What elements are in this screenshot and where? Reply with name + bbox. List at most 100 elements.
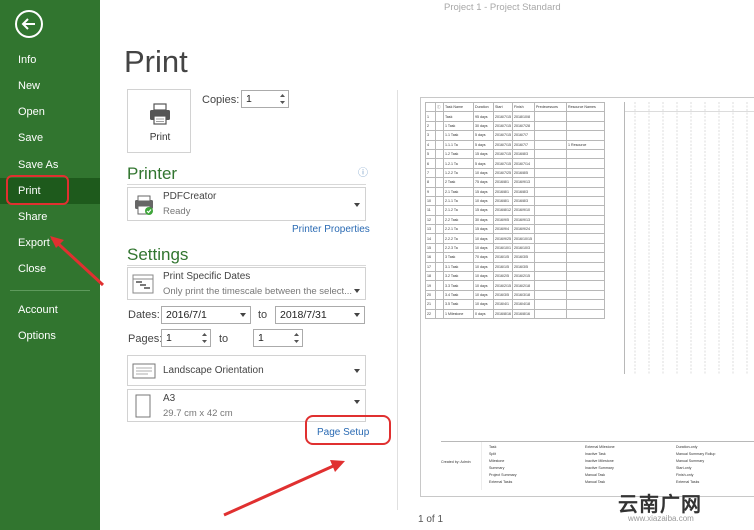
table-row: 15 2.2.3 Ta 10 days 2016/10/1 2016/10/3 bbox=[425, 242, 605, 254]
table-cell bbox=[435, 214, 444, 226]
spin-up-icon[interactable] bbox=[201, 331, 208, 338]
nav-close[interactable]: Close bbox=[0, 256, 100, 282]
print-range-dropdown[interactable]: Print Specific Dates Only print the time… bbox=[127, 267, 366, 300]
table-cell: 7 bbox=[425, 167, 436, 179]
table-cell: 2016/7/7 bbox=[512, 130, 535, 141]
table-cell: 10 days bbox=[473, 242, 494, 254]
table-cell: 10 days bbox=[473, 299, 494, 310]
table-cell bbox=[534, 261, 567, 273]
table-cell: 14 bbox=[425, 233, 436, 244]
pages-label: Pages: bbox=[128, 333, 163, 345]
window-title: Project 1 - Project Standard bbox=[444, 2, 561, 13]
table-cell: 2016/9/13 bbox=[512, 214, 535, 226]
table-cell bbox=[566, 130, 605, 141]
nav-info[interactable]: Info bbox=[0, 47, 100, 73]
page-from-spinner[interactable]: 1 bbox=[161, 329, 211, 347]
table-cell bbox=[566, 167, 605, 179]
dates-label: Dates: bbox=[128, 309, 160, 321]
table-cell: 20 bbox=[425, 289, 436, 301]
spin-up-icon[interactable] bbox=[293, 331, 300, 338]
watermark-url: www.xiazaiba.com bbox=[628, 514, 694, 523]
table-cell bbox=[534, 299, 567, 310]
table-cell: 2016/7/15 bbox=[493, 139, 513, 150]
paper-size-value: A3 bbox=[163, 393, 176, 404]
table-cell bbox=[534, 205, 567, 216]
orientation-dropdown[interactable]: Landscape Orientation bbox=[127, 355, 366, 386]
table-cell: 5 days bbox=[473, 158, 494, 169]
spin-down-icon[interactable] bbox=[279, 99, 286, 106]
gantt-timescale bbox=[624, 102, 754, 374]
chevron-down-icon bbox=[354, 400, 360, 404]
table-cell bbox=[435, 130, 444, 141]
table-cell bbox=[534, 148, 567, 160]
backstage-sidebar: Info New Open Save Save As Print Share E… bbox=[0, 0, 100, 530]
printer-section-title: Printer bbox=[127, 164, 178, 183]
nav-save[interactable]: Save bbox=[0, 125, 100, 151]
table-cell: 15 bbox=[425, 242, 436, 254]
nav-open[interactable]: Open bbox=[0, 99, 100, 125]
printer-dropdown[interactable]: PDFCreator Ready bbox=[127, 187, 366, 221]
page-to-spinner[interactable]: 1 bbox=[253, 329, 303, 347]
table-cell: 2016/7/15 bbox=[493, 148, 513, 160]
table-cell: 2016/8/1 bbox=[493, 186, 513, 197]
table-cell: 3 Task bbox=[443, 252, 474, 263]
paper-size-icon bbox=[135, 394, 151, 418]
table-cell: 1 bbox=[425, 111, 436, 122]
nav-new[interactable]: New bbox=[0, 73, 100, 99]
nav-account[interactable]: Account bbox=[0, 297, 100, 323]
table-row: 5 1.2 Task 15 days 2016/7/15 2016/8/3 bbox=[425, 148, 605, 160]
table-cell bbox=[435, 271, 444, 282]
table-cell: 5 bbox=[425, 148, 436, 160]
table-cell bbox=[435, 252, 444, 263]
legend-item: Project Summary bbox=[489, 473, 517, 477]
table-cell bbox=[435, 111, 444, 122]
table-cell: 2 Task bbox=[443, 177, 474, 188]
date-from-select[interactable]: 2016/7/1 bbox=[161, 306, 251, 324]
table-cell: 10 days bbox=[473, 261, 494, 273]
table-cell: 2016/2/5 bbox=[493, 271, 513, 282]
table-cell: 2 bbox=[425, 120, 436, 132]
table-cell: 2016/9/24 bbox=[512, 224, 535, 235]
nav-options[interactable]: Options bbox=[0, 323, 100, 349]
table-cell bbox=[435, 308, 444, 320]
legend-divider bbox=[481, 442, 482, 490]
table-cell bbox=[566, 214, 605, 226]
table-cell: 95 days bbox=[473, 111, 494, 122]
table-cell: 70 days bbox=[473, 252, 494, 263]
nav-share[interactable]: Share bbox=[0, 204, 100, 230]
table-cell bbox=[534, 111, 567, 122]
legend-item: Finish-only bbox=[676, 473, 694, 477]
spin-up-icon[interactable] bbox=[279, 92, 286, 99]
nav-export[interactable]: Export bbox=[0, 230, 100, 256]
chevron-down-icon bbox=[354, 289, 360, 293]
table-cell: 15 days bbox=[473, 205, 494, 216]
table-cell bbox=[566, 299, 605, 310]
table-cell bbox=[566, 177, 605, 188]
table-cell: 1.1 Task bbox=[443, 130, 474, 141]
info-icon[interactable]: ⓘ bbox=[358, 164, 368, 179]
table-cell: 2016/8/3 bbox=[512, 195, 535, 207]
table-cell: 2.2 Task bbox=[443, 214, 474, 226]
printer-properties-link[interactable]: Printer Properties bbox=[292, 224, 370, 235]
print-range-sub: Only print the timescale between the sel… bbox=[163, 286, 353, 297]
table-cell: 2016/8/1 bbox=[493, 177, 513, 188]
copies-spinner[interactable]: 1 bbox=[241, 90, 289, 108]
date-to-select[interactable]: 2018/7/31 bbox=[275, 306, 365, 324]
chevron-down-icon bbox=[354, 313, 360, 317]
table-cell bbox=[435, 289, 444, 301]
table-cell: 2016/4/18 bbox=[512, 299, 535, 310]
table-cell: 2.2.2 Ta bbox=[443, 233, 474, 244]
preview-divider bbox=[397, 90, 398, 510]
table-cell bbox=[534, 224, 567, 235]
back-button[interactable] bbox=[15, 10, 43, 38]
table-row: 11 2.1.2 Ta 15 days 2016/8/12 2016/9/10 bbox=[425, 205, 605, 216]
spin-down-icon[interactable] bbox=[293, 338, 300, 345]
print-button[interactable]: Print bbox=[127, 89, 191, 153]
table-cell bbox=[435, 233, 444, 244]
table-cell bbox=[566, 261, 605, 273]
legend-item: Manual Task bbox=[585, 473, 606, 477]
spin-down-icon[interactable] bbox=[201, 338, 208, 345]
table-cell: 2016/8/16 bbox=[512, 308, 535, 320]
table-cell: 4 bbox=[425, 139, 436, 150]
table-cell: Task bbox=[443, 111, 474, 122]
